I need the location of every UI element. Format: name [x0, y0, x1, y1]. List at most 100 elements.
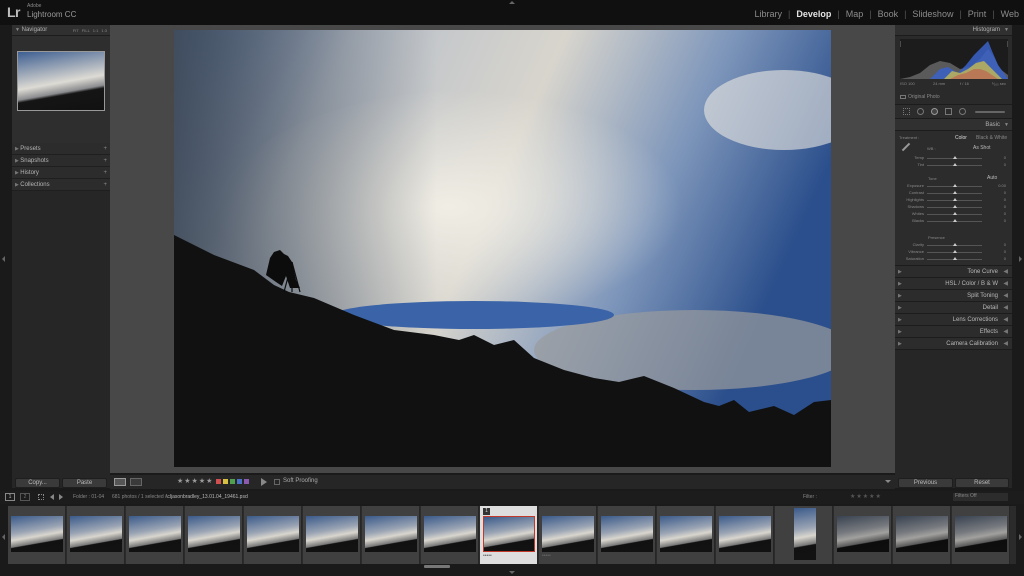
soft-proofing-checkbox[interactable] — [274, 479, 280, 485]
back-arrow-icon[interactable] — [50, 494, 54, 500]
filmstrip-thumb[interactable] — [893, 506, 951, 564]
panel-snapshots[interactable]: ▶ Snapshots + — [12, 155, 110, 167]
filmstrip-thumb[interactable] — [244, 506, 302, 564]
slider-knob-icon[interactable] — [952, 191, 957, 194]
filename[interactable]: \cljasonbradley_13.01.04_19461.psd — [166, 494, 248, 500]
forward-arrow-icon[interactable] — [59, 494, 63, 500]
adjustment-brush-icon[interactable] — [975, 111, 1005, 113]
filmstrip-right-icon[interactable] — [1019, 534, 1022, 540]
slider-value[interactable]: 0 — [1004, 162, 1006, 167]
before-after-icon[interactable] — [130, 478, 142, 486]
plus-icon[interactable]: + — [103, 167, 107, 179]
paste-button[interactable]: Paste — [62, 478, 107, 488]
panel-camera-calibration[interactable]: ▶ Camera Calibration ◀ — [895, 338, 1012, 350]
module-slideshow[interactable]: Slideshow — [911, 9, 954, 19]
module-map[interactable]: Map — [845, 9, 865, 19]
slider-knob-icon[interactable] — [952, 198, 957, 201]
slider-value[interactable]: 0 — [1004, 204, 1006, 209]
slider-shadows[interactable]: Shadows 0 — [895, 204, 1012, 211]
filmstrip-left-icon[interactable] — [2, 534, 5, 540]
module-print[interactable]: Print — [967, 9, 988, 19]
slider-tint[interactable]: Tint 0 — [895, 162, 1012, 169]
filmstrip-thumb[interactable] — [421, 506, 479, 564]
color-label-swatch[interactable] — [230, 479, 235, 484]
main-photo[interactable] — [174, 30, 831, 467]
panel-presets[interactable]: ▶ Presets + — [12, 143, 110, 155]
slider-knob-icon[interactable] — [952, 219, 957, 222]
auto-tone-button[interactable]: Auto — [987, 175, 997, 181]
module-book[interactable]: Book — [877, 9, 900, 19]
slider-knob-icon[interactable] — [952, 184, 957, 187]
slider-blacks[interactable]: Blacks 0 — [895, 218, 1012, 225]
page-2-button[interactable]: 2 — [20, 493, 30, 501]
slider-knob-icon[interactable] — [952, 163, 957, 166]
slider-value[interactable]: 0 — [1004, 155, 1006, 160]
slider-value[interactable]: 0.00 — [998, 183, 1006, 188]
radial-filter-icon[interactable] — [959, 108, 966, 115]
filmstrip-thumb[interactable] — [67, 506, 125, 564]
filters-off-dropdown[interactable]: Filters Off — [953, 493, 1008, 501]
grid-view-icon[interactable] — [38, 494, 44, 500]
page-1-button[interactable]: 1 — [5, 493, 15, 501]
panel-lens-corrections[interactable]: ▶ Lens Corrections ◀ — [895, 314, 1012, 326]
slider-whites[interactable]: Whites 0 — [895, 211, 1012, 218]
loupe-view-icon[interactable] — [114, 478, 126, 486]
filmstrip-thumb[interactable] — [834, 506, 892, 564]
navigator-zoom-options[interactable]: FIT FILL 1:1 1:3 — [73, 25, 107, 36]
slider-value[interactable]: 0 — [1004, 242, 1006, 247]
reset-button[interactable]: Reset — [955, 478, 1009, 488]
panel-detail[interactable]: ▶ Detail ◀ — [895, 302, 1012, 314]
slider-value[interactable]: 0 — [1004, 197, 1006, 202]
folder-label[interactable]: Folder : 01-04 — [73, 494, 104, 500]
slider-highlights[interactable]: Highlights 0 — [895, 197, 1012, 204]
color-label-swatch[interactable] — [244, 479, 249, 484]
slider-knob-icon[interactable] — [952, 156, 957, 159]
spot-removal-icon[interactable] — [917, 108, 924, 115]
module-develop[interactable]: Develop — [795, 9, 832, 19]
panel-history[interactable]: ▶ History + — [12, 167, 110, 179]
treatment-bw-option[interactable]: Black & White — [976, 135, 1007, 141]
panel-collections[interactable]: ▶ Collections + — [12, 179, 110, 191]
filmstrip-thumb[interactable] — [185, 506, 243, 564]
slider-value[interactable]: 0 — [1004, 256, 1006, 261]
histogram-graph[interactable] — [900, 39, 1008, 79]
slider-knob-icon[interactable] — [952, 212, 957, 215]
copy-button[interactable]: Copy... — [15, 478, 60, 488]
treatment-color-option[interactable]: Color — [955, 135, 967, 141]
slider-value[interactable]: 0 — [1004, 218, 1006, 223]
navigator-preview[interactable] — [17, 51, 105, 111]
basic-header[interactable]: Basic ▼ — [895, 119, 1012, 131]
slider-value[interactable]: 0 — [1004, 190, 1006, 195]
filmstrip-thumb[interactable]: ••••• — [539, 506, 597, 564]
slider-temp[interactable]: Temp 0 — [895, 155, 1012, 162]
filmstrip-thumb-selected[interactable]: 1 ••••• — [480, 506, 538, 564]
plus-icon[interactable]: + — [103, 155, 107, 167]
filmstrip-thumb[interactable] — [8, 506, 66, 564]
histogram-header[interactable]: Histogram ▼ — [895, 25, 1012, 36]
slider-clarity[interactable]: Clarity 0 — [895, 242, 1012, 249]
navigator-header[interactable]: ▼ Navigator FIT FILL 1:1 1:3 — [12, 25, 110, 36]
left-panel-toggle-icon[interactable] — [2, 256, 5, 262]
slider-exposure[interactable]: Exposure 0.00 — [895, 183, 1012, 190]
slider-knob-icon[interactable] — [952, 205, 957, 208]
slider-value[interactable]: 0 — [1004, 249, 1006, 254]
filmstrip-thumb[interactable] — [775, 506, 833, 564]
rating-stars[interactable]: ★★★★★ — [177, 477, 213, 485]
red-eye-icon[interactable] — [931, 108, 938, 115]
slider-saturation[interactable]: Saturation 0 — [895, 256, 1012, 263]
filmstrip-thumb[interactable] — [598, 506, 656, 564]
play-icon[interactable] — [261, 478, 267, 486]
right-panel-toggle-icon[interactable] — [1019, 256, 1022, 262]
filmstrip-thumb[interactable] — [126, 506, 184, 564]
panel-split-toning[interactable]: ▶ Split Toning ◀ — [895, 290, 1012, 302]
crop-tool-icon[interactable] — [903, 108, 910, 115]
slider-knob-icon[interactable] — [952, 257, 957, 260]
top-panel-toggle-icon[interactable] — [509, 1, 515, 4]
slider-knob-icon[interactable] — [952, 250, 957, 253]
slider-contrast[interactable]: Contrast 0 — [895, 190, 1012, 197]
slider-vibrance[interactable]: Vibrance 0 — [895, 249, 1012, 256]
toolbar-menu-icon[interactable] — [885, 480, 891, 483]
panel-effects[interactable]: ▶ Effects ◀ — [895, 326, 1012, 338]
slider-value[interactable]: 0 — [1004, 211, 1006, 216]
eyedropper-icon[interactable] — [901, 142, 911, 152]
